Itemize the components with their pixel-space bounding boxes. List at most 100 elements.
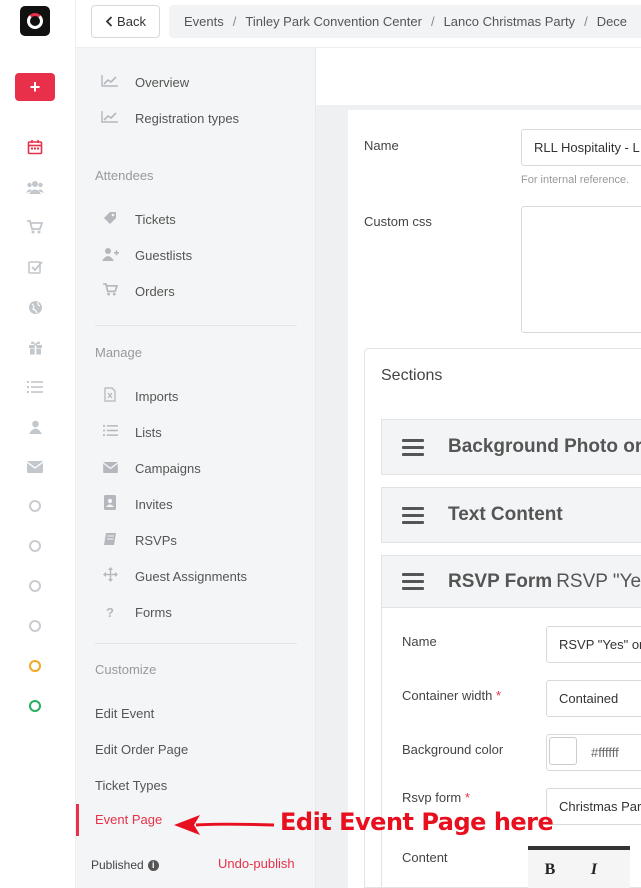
user-plus-icon — [99, 247, 121, 264]
section-item-expanded[interactable]: RSVP Form RSVP "Ye — [381, 555, 641, 608]
annotation-arrow-icon — [174, 815, 275, 835]
main-content: Name RLL Hospitality - L For internal re… — [316, 48, 641, 888]
list-icon[interactable] — [24, 378, 46, 396]
sections-title: Sections — [381, 367, 443, 384]
excel-file-icon — [99, 387, 121, 405]
icon-rail: + — [0, 0, 76, 888]
section-heading-customize: Customize — [95, 662, 157, 677]
container-width-label: Container width * — [402, 688, 501, 703]
nav-campaigns-label: Campaigns — [135, 460, 201, 476]
nav-invites[interactable]: Invites — [96, 494, 173, 514]
breadcrumb-date[interactable]: Dece — [597, 14, 627, 29]
nav-orders[interactable]: Orders — [96, 281, 175, 301]
book-icon — [99, 532, 121, 549]
italic-button[interactable]: I — [572, 861, 616, 879]
envelope-icon — [99, 461, 121, 476]
info-icon[interactable]: i — [147, 859, 159, 871]
rsvp-form-text: Rsvp form — [402, 790, 462, 805]
status-circle-icon[interactable] — [29, 580, 41, 592]
breadcrumb-venue[interactable]: Tinley Park Convention Center — [245, 14, 422, 29]
content-label: Content — [402, 850, 448, 865]
nav-orders-label: Orders — [135, 283, 175, 299]
nav-lists[interactable]: Lists — [96, 422, 162, 442]
drag-handle-icon[interactable] — [402, 435, 424, 460]
nav-guestlists-label: Guestlists — [135, 247, 193, 263]
rsvp-form-label: Rsvp form * — [402, 790, 470, 805]
trend-chart-icon — [99, 74, 121, 90]
nav-registration-types-label: Registration types — [135, 110, 240, 126]
breadcrumb-event[interactable]: Lanco Christmas Party — [444, 14, 576, 29]
nav-edit-order-page[interactable]: Edit Order Page — [95, 742, 188, 757]
annotation-text: Edit Event Page here — [280, 808, 554, 836]
breadcrumb-separator: / — [430, 14, 435, 29]
bold-button[interactable]: B — [528, 861, 572, 879]
calendar-icon[interactable] — [24, 138, 46, 156]
section-subtitle: RSVP "Ye — [556, 570, 641, 592]
nav-guest-assignments-label: Guest Assignments — [135, 568, 247, 584]
status-circle-icon[interactable] — [29, 540, 41, 552]
section-item[interactable]: Text Content — [381, 487, 641, 543]
name-help-text: For internal reference. — [521, 174, 630, 186]
container-width-select[interactable]: Contained — [546, 680, 641, 717]
section-item[interactable]: Background Photo or — [381, 419, 641, 475]
status-circle-icon[interactable] — [29, 500, 41, 512]
trend-chart-icon — [99, 110, 121, 126]
nav-edit-event[interactable]: Edit Event — [95, 706, 154, 721]
drag-handle-icon[interactable] — [402, 569, 424, 594]
cart-icon — [99, 283, 121, 299]
custom-css-textarea[interactable] — [521, 206, 641, 333]
color-swatch[interactable] — [549, 737, 577, 765]
background-color-label: Background color — [402, 742, 504, 757]
status-circle-orange-icon[interactable] — [29, 660, 41, 672]
nav-overview[interactable]: Overview — [96, 72, 189, 92]
ticket-icon — [99, 211, 121, 228]
breadcrumb-separator: / — [232, 14, 237, 29]
user-icon[interactable] — [24, 418, 46, 436]
section-name-input[interactable]: RSVP "Yes" or — [546, 626, 641, 663]
divider — [95, 643, 297, 644]
nav-tickets[interactable]: Tickets — [96, 209, 176, 229]
nav-tickets-label: Tickets — [135, 211, 176, 227]
section-heading-manage: Manage — [95, 345, 142, 360]
envelope-icon[interactable] — [24, 458, 46, 476]
app-logo[interactable] — [20, 6, 50, 36]
undo-publish-link[interactable]: Undo-publish — [218, 856, 295, 871]
rsvp-form-select[interactable]: Christmas Par — [546, 788, 641, 825]
event-sidebar: Overview Registration types Attendees Ti… — [76, 48, 316, 888]
custom-css-label: Custom css — [364, 214, 432, 229]
move-arrows-icon — [99, 567, 121, 585]
back-button-label: Back — [117, 14, 146, 29]
section-name: Background Photo or — [448, 436, 641, 457]
event-page-form: Name RLL Hospitality - L For internal re… — [348, 110, 641, 888]
nav-ticket-types[interactable]: Ticket Types — [95, 778, 167, 793]
nav-rsvps[interactable]: RSVPs — [96, 530, 177, 550]
breadcrumb: Events / Tinley Park Convention Center /… — [169, 5, 641, 38]
chevron-left-icon — [105, 16, 113, 27]
nav-imports[interactable]: Imports — [96, 386, 178, 406]
status-circle-icon[interactable] — [29, 620, 41, 632]
breadcrumb-events[interactable]: Events — [184, 14, 224, 29]
breadcrumb-separator: / — [584, 14, 588, 29]
top-bar: Back Events / Tinley Park Convention Cen… — [76, 0, 641, 48]
name-label: Name — [364, 138, 399, 153]
sections-panel: Sections Background Photo or Text Conten… — [364, 348, 641, 888]
section-name: Text Content — [448, 504, 563, 525]
back-button[interactable]: Back — [91, 5, 160, 38]
create-button[interactable]: + — [15, 73, 55, 101]
nav-registration-types[interactable]: Registration types — [96, 108, 239, 128]
published-label: Published — [91, 858, 144, 872]
nav-guestlists[interactable]: Guestlists — [96, 245, 192, 265]
users-icon[interactable] — [24, 178, 46, 196]
cart-icon[interactable] — [24, 218, 46, 236]
checklist-icon[interactable] — [24, 258, 46, 276]
gift-icon[interactable] — [24, 338, 46, 356]
nav-forms[interactable]: ? Forms — [96, 602, 172, 622]
section-heading-attendees: Attendees — [95, 168, 154, 183]
name-input[interactable]: RLL Hospitality - L — [521, 129, 641, 166]
drag-handle-icon[interactable] — [402, 503, 424, 528]
nav-guest-assignments[interactable]: Guest Assignments — [96, 566, 247, 586]
status-circle-green-icon[interactable] — [29, 700, 41, 712]
globe-icon[interactable] — [24, 298, 46, 316]
nav-campaigns[interactable]: Campaigns — [96, 458, 201, 478]
required-marker: * — [495, 688, 502, 703]
